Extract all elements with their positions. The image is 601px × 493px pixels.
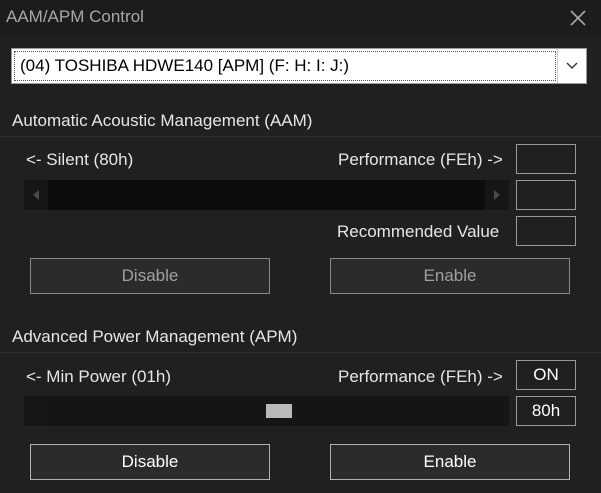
aam-current-value-box [516,180,576,210]
close-icon [570,10,586,26]
apm-status-box: ON [516,360,576,390]
apm-section-title: Advanced Power Management (APM) [12,327,298,346]
aam-section-divider [0,136,601,137]
close-button[interactable] [563,3,593,33]
caret-left-icon [33,190,39,200]
apm-slider[interactable] [24,396,509,426]
aam-disable-button[interactable]: Disable [30,258,270,294]
aam-max-label: Performance (FEh) -> [338,150,503,169]
aam-min-label: <- Silent (80h) [26,150,134,169]
apm-slider-thumb[interactable] [265,404,292,418]
aam-recommended-value-box [516,216,576,246]
aam-slider-right-arrow[interactable] [485,180,509,210]
apm-max-label: Performance (FEh) -> [338,367,503,386]
window-title: AAM/APM Control [6,7,144,26]
aam-slider-left-arrow[interactable] [24,180,48,210]
drive-select-dropdown[interactable] [557,49,586,83]
aam-slider-track[interactable] [48,180,485,210]
aam-recommended-label: Recommended Value [337,222,500,241]
apm-section-divider [0,352,601,353]
title-bar: AAM/APM Control [0,0,601,36]
aam-slider[interactable] [24,180,509,210]
apm-min-label: <- Min Power (01h) [26,367,172,386]
aam-section-title: Automatic Acoustic Management (AAM) [12,111,313,130]
aam-enable-button[interactable]: Enable [330,258,570,294]
caret-right-icon [494,190,500,200]
chevron-down-icon [566,62,578,69]
apm-disable-button[interactable]: Disable [30,444,270,480]
drive-select[interactable]: (04) TOSHIBA HDWE140 [APM] (F: H: I: J:) [11,48,587,84]
apm-current-value-box: 80h [516,396,576,426]
apm-enable-button[interactable]: Enable [330,444,570,480]
aam-status-box [516,144,576,174]
aam-apm-window: AAM/APM Control (04) TOSHIBA HDWE140 [AP… [0,0,601,493]
drive-select-value: (04) TOSHIBA HDWE140 [APM] (F: H: I: J:) [20,56,350,75]
